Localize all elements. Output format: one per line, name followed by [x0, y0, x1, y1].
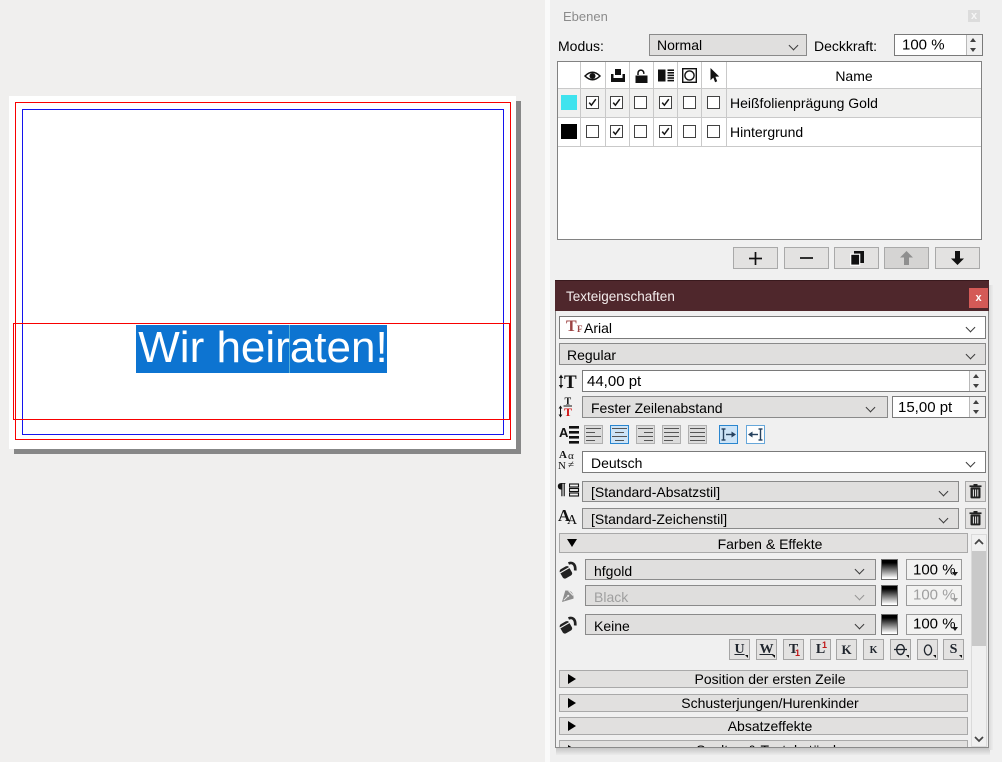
svg-text:A: A — [559, 425, 569, 440]
svg-text:T: T — [564, 405, 572, 418]
svg-text:T: T — [564, 372, 577, 391]
